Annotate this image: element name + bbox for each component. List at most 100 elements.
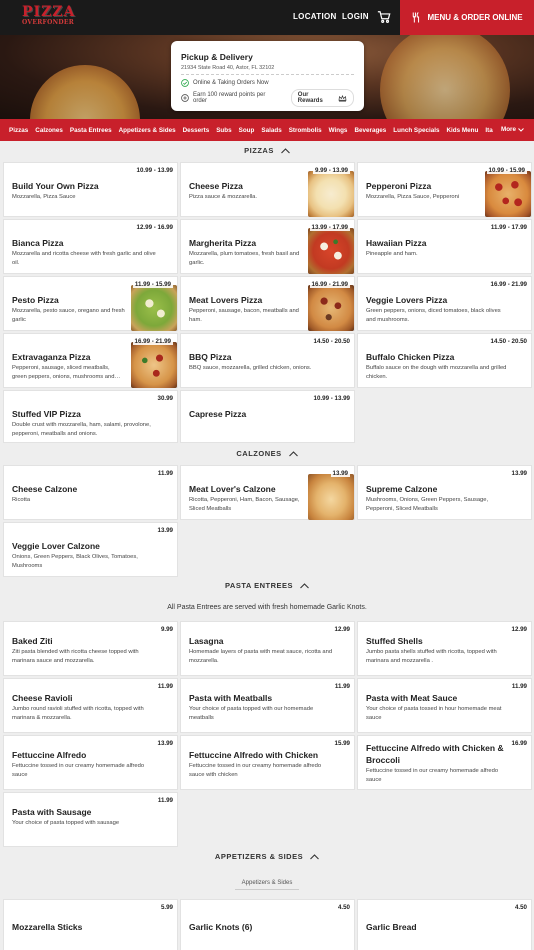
category-tab[interactable]: Kids Menu (447, 127, 479, 134)
menu-item-card[interactable]: 13.99 Meat Lover's Calzone Ricotta, Pepper… (180, 465, 355, 520)
menu-item-card[interactable]: 11.99 Cheese Calzone Ricotta (3, 465, 178, 520)
menu-item-image (308, 474, 354, 520)
menu-item-card[interactable]: 16.99 - 21.99 Meat Lovers Pizza Pepperoni,… (180, 276, 355, 331)
menu-item-description: Your choice of pasta topped with our hom… (189, 706, 314, 721)
menu-item-card[interactable]: 4.50 Garlic Knots (6) (180, 899, 355, 950)
chevron-up-icon (280, 147, 290, 153)
category-tab[interactable]: Ita (485, 127, 492, 134)
menu-item-price: 11.99 (157, 470, 173, 477)
menu-item-card[interactable]: 11.99 Pasta with Sausage Your choice of pa… (3, 792, 178, 847)
category-tab[interactable]: Appetizers & Sides (119, 127, 176, 134)
menu-item-name: Cheese Pizza (189, 181, 243, 191)
cta-label: MENU & ORDER ONLINE (427, 13, 523, 22)
menu-item-price: 11.99 - 15.99 (132, 281, 173, 288)
menu-item-card[interactable]: 10.99 - 13.99 Build Your Own Pizza Mozzare… (3, 162, 178, 217)
our-rewards-button[interactable]: Our Rewards (290, 89, 355, 107)
menu-item-card[interactable]: 12.99 Stuffed Shells Jumbo pasta shells st… (357, 621, 532, 676)
menu-item-price: 9.99 (160, 626, 173, 633)
menu-item-card[interactable]: 15.99 Fettuccine Alfredo with Chicken Fett… (180, 735, 355, 790)
category-tab[interactable]: Subs (216, 127, 231, 134)
menu-item-price: 13.99 (330, 470, 350, 477)
menu-item-price: 11.99 (157, 683, 173, 690)
menu-item-image (308, 285, 354, 331)
chevron-up-icon (310, 853, 319, 859)
menu-item-card[interactable]: 4.50 Garlic Bread (357, 899, 532, 950)
menu-item-price: 11.99 (511, 683, 527, 690)
menu-item-name: Stuffed Shells (366, 636, 423, 646)
category-tab[interactable]: Pasta Entrees (70, 127, 112, 134)
menu-item-description: Mozzarella and ricotta cheese with fresh… (12, 251, 156, 266)
menu-item-name: Veggie Lover Calzone (12, 541, 100, 551)
menu-item-card[interactable]: 10.99 - 15.99 Pepperoni Pizza Mozzarella, … (357, 162, 532, 217)
category-tab[interactable]: Salads (261, 127, 281, 134)
menu-item-card[interactable]: 11.99 - 15.99 Pesto Pizza Mozzarella, pest… (3, 276, 178, 331)
menu-item-price: 12.99 (334, 626, 350, 633)
category-tab[interactable]: Calzones (35, 127, 63, 134)
menu-item-description: Mozzarella, plum tomatoes, fresh basil a… (189, 251, 300, 266)
menu-order-online-button[interactable]: MENU & ORDER ONLINE (400, 0, 534, 35)
menu-item-card[interactable]: 11.99 Cheese Ravioli Jumbo round ravioli s… (3, 678, 178, 733)
menu-item-card[interactable]: 14.50 - 20.50 Buffalo Chicken Pizza Buffal… (357, 333, 532, 388)
category-tab[interactable]: Desserts (183, 127, 210, 134)
menu-item-name: Pesto Pizza (12, 295, 59, 305)
menu-item-price: 16.99 - 21.99 (132, 338, 173, 345)
cart-icon[interactable] (377, 10, 391, 24)
category-tab[interactable]: Pizzas (9, 127, 28, 134)
menu-item-card[interactable]: 13.99 Supreme Calzone Mushrooms, Onions, G… (357, 465, 532, 520)
category-tab[interactable]: Lunch Specials (393, 127, 439, 134)
menu-item-name: Meat Lovers Pizza (189, 295, 263, 305)
category-tab[interactable]: Soup (239, 127, 255, 134)
menu-item-card[interactable]: 16.99 - 21.99 Extravaganza Pizza Pepperoni… (3, 333, 178, 388)
location-link[interactable]: LOCATION (293, 12, 337, 21)
menu-item-card[interactable]: 9.99 - 13.99 Cheese Pizza Pizza sauce & mo… (180, 162, 355, 217)
menu-item-image (308, 228, 354, 274)
menu-item-card[interactable]: 16.99 - 21.99 Veggie Lovers Pizza Green pe… (357, 276, 532, 331)
category-tab[interactable]: Strombolis (289, 127, 322, 134)
menu-item-card[interactable]: 12.99 Lasagna Homemade layers of pasta wit… (180, 621, 355, 676)
menu-item-name: Extravaganza Pizza (12, 352, 91, 362)
menu-item-card[interactable]: 13.99 - 17.99 Margherita Pizza Mozzarella,… (180, 219, 355, 274)
menu-item-description: Ziti pasta blended with ricotta cheese t… (12, 649, 139, 664)
menu-item-name: Hawaiian Pizza (366, 238, 427, 248)
menu-item-card[interactable]: 30.99 Stuffed VIP Pizza Double crust with … (3, 390, 178, 443)
section-header-pizzas[interactable]: PIZZAS (0, 146, 534, 155)
menu-item-price: 16.99 - 21.99 (490, 281, 527, 288)
brand-logo[interactable]: PIZZA OVERFONDER (22, 5, 82, 29)
rewards-text: Earn 100 reward points per order (192, 92, 266, 104)
menu-item-card[interactable]: 14.50 - 20.50 BBQ Pizza BBQ sauce, mozzare… (180, 333, 355, 388)
menu-item-card[interactable]: 9.99 Baked Ziti Ziti pasta blended with ri… (3, 621, 178, 676)
menu-item-price: 12.99 - 16.99 (136, 224, 173, 231)
section-header-appetizers[interactable]: APPETIZERS & SIDES (0, 852, 534, 861)
category-tab[interactable]: Beverages (354, 127, 386, 134)
menu-item-description: Mozzarella, pesto sauce, oregano and fre… (12, 308, 125, 323)
menu-item-price: 4.50 (514, 904, 527, 911)
menu-item-card[interactable]: 16.99 Fettuccine Alfredo with Chicken & B… (357, 735, 532, 790)
menu-item-description: Ricotta, Pepperoni, Ham, Bacon, Sausage,… (189, 497, 300, 512)
menu-item-description: Fettuccine tossed in our creamy homemade… (189, 763, 322, 778)
section-header-pasta[interactable]: PASTA ENTREES (0, 581, 534, 590)
menu-item-price: 9.99 - 13.99 (312, 167, 350, 174)
menu-item-price: 13.99 (511, 470, 527, 477)
menu-item-card[interactable]: 13.99 Veggie Lover Calzone Onions, Green P… (3, 522, 178, 577)
subcategory-tab[interactable]: Appetizers & Sides (235, 880, 299, 890)
login-link[interactable]: LOGIN (342, 12, 369, 21)
menu-item-card[interactable]: 11.99 Pasta with Meat Sauce Your choice of… (357, 678, 532, 733)
category-tab[interactable]: Wings (329, 127, 348, 134)
menu-item-name: Bianca Pizza (12, 238, 64, 248)
section-header-calzones[interactable]: CALZONES (0, 449, 534, 458)
menu-item-description: Buffalo sauce on the dough with mozzarel… (366, 365, 507, 380)
menu-item-card[interactable]: 10.99 - 13.99 Caprese Pizza (180, 390, 355, 443)
menu-item-card[interactable]: 12.99 - 16.99 Bianca Pizza Mozzarella and … (3, 219, 178, 274)
menu-item-card[interactable]: 11.99 - 17.99 Hawaiian Pizza Pineapple and… (357, 219, 532, 274)
menu-item-name: Garlic Knots (6) (189, 922, 253, 932)
menu-item-card[interactable]: 13.99 Fettuccine Alfredo Fettuccine tossed… (3, 735, 178, 790)
menu-item-card[interactable]: 5.99 Mozzarella Sticks (3, 899, 178, 950)
status-row: Online & Taking Orders Now (181, 79, 354, 87)
menu-item-name: Pasta with Meatballs (189, 693, 273, 703)
menu-item-card[interactable]: 11.99 Pasta with Meatballs Your choice of … (180, 678, 355, 733)
menu-item-description: Fettuccine tossed in our creamy homemade… (366, 768, 499, 783)
menu-item-description: Jumbo pasta shells stuffed with ricotta,… (366, 649, 497, 664)
more-categories-button[interactable]: More (498, 126, 524, 133)
menu-item-price: 13.99 (157, 740, 173, 747)
menu-item-description: Pineapple and ham. (366, 251, 418, 257)
